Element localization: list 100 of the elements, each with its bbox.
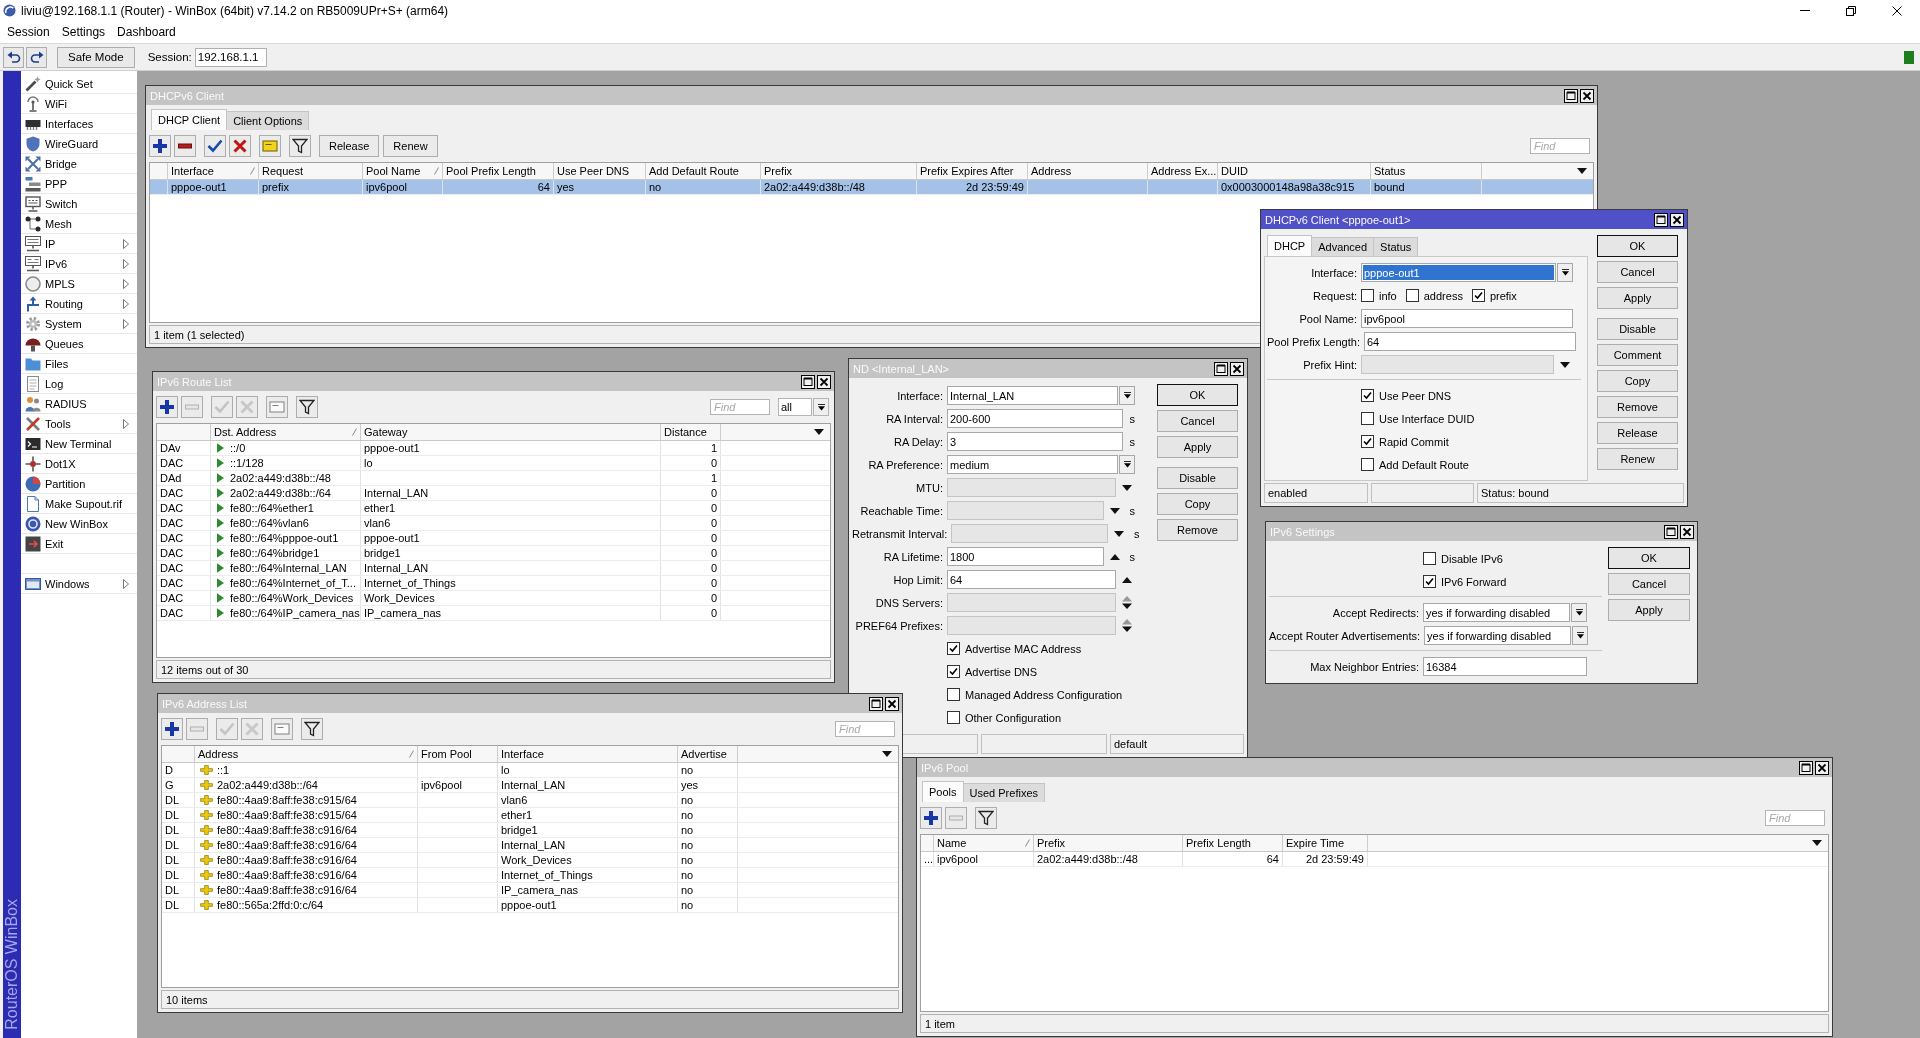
table-row[interactable]: DAC fe80::/64%pppoe-out1 pppoe-out1 0 xyxy=(157,531,830,546)
session-field[interactable]: 192.168.1.1 xyxy=(194,47,267,67)
sidebar-item[interactable]: Mesh xyxy=(21,214,137,234)
sidebar-item[interactable]: Files xyxy=(21,354,137,374)
dialog-button[interactable]: Comment xyxy=(1597,344,1678,366)
checkbox-label[interactable]: Use Peer DNS xyxy=(1379,389,1452,402)
sidebar-item[interactable]: System xyxy=(21,314,137,334)
sidebar-item[interactable]: New WinBox xyxy=(21,514,137,534)
checkbox-label[interactable]: Disable IPv6 xyxy=(1441,552,1503,565)
dialog-button[interactable]: Cancel xyxy=(1608,573,1690,595)
dialog-button[interactable]: Apply xyxy=(1608,599,1690,621)
remove-button[interactable] xyxy=(174,135,196,157)
table-row[interactable]: DAC fe80::/64%IP_camera_nas IP_camera_nas 0 xyxy=(157,606,830,621)
table-row[interactable]: DAC fe80::/64%Work_Devices Work_Devices 0 xyxy=(157,591,830,606)
disable-button[interactable] xyxy=(229,135,251,157)
sidebar-item[interactable]: RADIUS xyxy=(21,394,137,414)
table-row[interactable]: G 2a02:a449:d38b::/64 ipv6pool Internal_LAN yes xyxy=(162,778,898,793)
input-field[interactable]: 16384 xyxy=(1423,657,1587,676)
dialog-button[interactable]: OK xyxy=(1157,384,1238,406)
checkbox-label[interactable]: prefix xyxy=(1489,289,1517,302)
dropdown-button[interactable] xyxy=(1119,386,1135,405)
maximize-button[interactable] xyxy=(869,696,883,711)
add-button[interactable] xyxy=(149,135,171,157)
checkbox[interactable] xyxy=(1361,289,1374,302)
sidebar-item[interactable]: Partition xyxy=(21,474,137,494)
column-header[interactable]: Gateway xyxy=(361,424,661,440)
maximize-button[interactable] xyxy=(1799,760,1813,775)
column-header[interactable]: Dst. Address xyxy=(211,424,361,440)
column-header[interactable]: From Pool xyxy=(418,746,498,762)
checkbox-label[interactable]: Managed Address Configuration xyxy=(965,688,1123,701)
column-header[interactable]: Add Default Route xyxy=(646,163,761,179)
sidebar-item[interactable]: IP xyxy=(21,234,137,254)
checkbox[interactable] xyxy=(1423,575,1436,588)
dialog-button[interactable]: Renew xyxy=(1597,448,1678,470)
column-header[interactable]: Request xyxy=(259,163,363,179)
checkbox[interactable] xyxy=(1361,389,1374,402)
sidebar-item[interactable]: Bridge xyxy=(21,154,137,174)
input-field[interactable]: 200-600 xyxy=(947,409,1123,428)
dialog-button[interactable]: Disable xyxy=(1157,467,1238,489)
enable-button[interactable] xyxy=(204,135,226,157)
checkbox[interactable] xyxy=(1361,458,1374,471)
caret-down-icon[interactable] xyxy=(814,429,824,435)
caret-down-icon[interactable] xyxy=(1812,840,1822,846)
add-button[interactable] xyxy=(161,718,183,740)
checkbox[interactable] xyxy=(947,665,960,678)
sidebar-item[interactable]: Windows xyxy=(21,574,137,594)
close-button[interactable] xyxy=(1580,88,1594,103)
input-field[interactable] xyxy=(951,524,1109,543)
find-field[interactable]: Find xyxy=(710,399,770,415)
checkbox[interactable] xyxy=(1361,435,1374,448)
sidebar-item[interactable]: IPv6 xyxy=(21,254,137,274)
dropdown-field[interactable]: yes if forwarding disabled xyxy=(1423,603,1570,622)
input-field[interactable]: 64 xyxy=(947,570,1116,589)
checkbox-label[interactable]: Other Configuration xyxy=(965,711,1061,724)
filter-button[interactable] xyxy=(289,135,311,157)
sidebar-item[interactable]: WireGuard xyxy=(21,134,137,154)
table-row[interactable]: DAC ::1/128 lo 0 xyxy=(157,456,830,471)
caret-down-icon[interactable] xyxy=(1577,168,1587,174)
tab[interactable]: Used Prefixes xyxy=(962,783,1045,802)
action-button[interactable]: Renew xyxy=(383,135,438,157)
dialog-button[interactable]: OK xyxy=(1597,235,1678,257)
table-row[interactable]: DAv ::/0 pppoe-out1 1 xyxy=(157,441,830,456)
sidebar-item[interactable]: Switch xyxy=(21,194,137,214)
table-row[interactable]: DAC 2a02:a449:d38b::/64 Internal_LAN 0 xyxy=(157,486,830,501)
find-field[interactable]: Find xyxy=(835,721,895,737)
tab[interactable]: Client Options xyxy=(226,111,310,130)
table-row[interactable]: DAC fe80::/64%ether1 ether1 0 xyxy=(157,501,830,516)
input-field[interactable] xyxy=(947,616,1116,635)
up-down-arrows-icon[interactable] xyxy=(1122,619,1132,632)
close-button[interactable] xyxy=(817,374,831,389)
checkbox-label[interactable]: info xyxy=(1379,289,1397,302)
dialog-button[interactable]: Release xyxy=(1597,422,1678,444)
table-row[interactable]: DL fe80::4aa9:8aff:fe38:c916/64 Internal_LAN no xyxy=(162,838,898,853)
column-header[interactable]: Distance xyxy=(661,424,721,440)
window-title-bar[interactable]: DHCPv6 Client <pppoe-out1> xyxy=(1261,210,1687,229)
checkbox[interactable] xyxy=(947,642,960,655)
filter-button[interactable] xyxy=(975,807,997,829)
redo-button[interactable] xyxy=(26,46,47,68)
safe-mode-button[interactable]: Safe Mode xyxy=(57,46,135,68)
dropdown-field[interactable]: Internal_LAN xyxy=(947,386,1118,405)
sidebar-item[interactable]: Exit xyxy=(21,534,137,554)
caret-up-icon[interactable] xyxy=(1110,553,1120,560)
caret-down-icon[interactable] xyxy=(882,751,892,757)
menu-item[interactable]: Session xyxy=(1,25,56,39)
checkbox[interactable] xyxy=(947,711,960,724)
sidebar-item[interactable]: Interfaces xyxy=(21,114,137,134)
maximize-button[interactable] xyxy=(1664,524,1678,539)
dropdown-button[interactable] xyxy=(813,398,829,416)
table-row[interactable]: DL fe80::4aa9:8aff:fe38:c916/64 Internet_of_Things no xyxy=(162,868,898,883)
table-row[interactable]: DL fe80::4aa9:8aff:fe38:c916/64 Work_Devices no xyxy=(162,853,898,868)
dropdown-field[interactable]: yes if forwarding disabled xyxy=(1424,626,1571,645)
dropdown-button[interactable] xyxy=(1119,455,1135,474)
dialog-button[interactable]: Remove xyxy=(1597,396,1678,418)
find-field[interactable]: Find xyxy=(1765,810,1825,826)
input-field[interactable]: 3 xyxy=(947,432,1123,451)
dialog-button[interactable]: Disable xyxy=(1597,318,1678,340)
maximize-button[interactable] xyxy=(1654,212,1668,227)
checkbox-label[interactable]: IPv6 Forward xyxy=(1441,575,1507,588)
sidebar-item[interactable]: PPP xyxy=(21,174,137,194)
tab[interactable]: Status xyxy=(1373,237,1419,256)
